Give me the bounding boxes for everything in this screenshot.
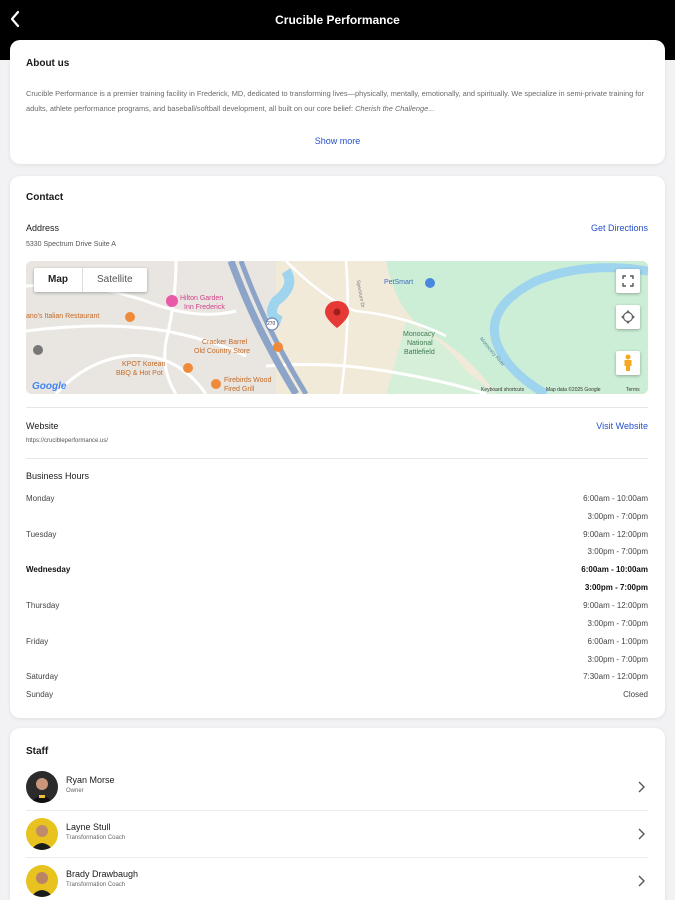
show-more-link[interactable]: Show more bbox=[10, 136, 665, 146]
hours-time: 6:00am - 1:00pm bbox=[587, 637, 648, 646]
map-place-kpot-1: KPOT Korean bbox=[122, 361, 166, 368]
map-place-kpot-2: BBQ & Hot Pot bbox=[116, 370, 163, 377]
hours-time: Closed bbox=[623, 690, 648, 699]
hours-row: Monday 6:00am - 10:00am bbox=[26, 494, 648, 506]
about-card: About us Crucible Performance is a premi… bbox=[10, 40, 665, 164]
staff-role: Transformation Coach bbox=[66, 882, 126, 888]
hours-time: 3:00pm - 7:00pm bbox=[584, 583, 648, 592]
staff-row[interactable]: Layne Stull Transformation Coach bbox=[26, 812, 648, 858]
hours-row: Saturday 7:30am - 12:00pm bbox=[26, 672, 648, 684]
get-directions-link[interactable]: Get Directions bbox=[591, 223, 648, 233]
map-data-attribution: Map data ©2025 Google bbox=[546, 387, 601, 393]
map-tab-map[interactable]: Map bbox=[34, 268, 82, 292]
hours-time: 7:30am - 12:00pm bbox=[583, 672, 648, 681]
hours-time: 6:00am - 10:00am bbox=[581, 565, 648, 574]
chevron-right-icon bbox=[638, 828, 645, 840]
about-text-italic-b: the Challenge... bbox=[382, 104, 435, 113]
hours-row: Thursday 9:00am - 12:00pm bbox=[26, 601, 648, 613]
hours-row: Friday 6:00am - 1:00pm bbox=[26, 637, 648, 649]
map-place-monocacy-3: Battlefield bbox=[404, 349, 435, 356]
staff-name: Brady Drawbaugh bbox=[66, 869, 139, 879]
hours-day: Thursday bbox=[26, 601, 60, 610]
staff-role: Transformation Coach bbox=[66, 835, 126, 841]
divider bbox=[26, 407, 648, 408]
divider bbox=[26, 458, 648, 459]
fullscreen-icon[interactable] bbox=[616, 269, 640, 293]
map-place-monocacy-1: Monocacy bbox=[403, 331, 435, 338]
hours-row: 3:00pm - 7:00pm bbox=[26, 655, 648, 667]
avatar bbox=[26, 818, 58, 850]
map-place-cracker-1: Cracker Barrel bbox=[202, 339, 248, 346]
page-title: Crucible Performance bbox=[275, 13, 400, 27]
website-label: Website bbox=[26, 421, 59, 431]
hours-time: 9:00am - 12:00pm bbox=[583, 601, 648, 610]
hours-row: Tuesday 9:00am - 12:00pm bbox=[26, 530, 648, 542]
hours-day: Wednesday bbox=[26, 565, 71, 574]
row-divider bbox=[26, 810, 648, 811]
about-text-line1: Crucible Performance is a premier traini… bbox=[26, 89, 510, 98]
hours-time: 3:00pm - 7:00pm bbox=[587, 547, 648, 556]
staff-row[interactable]: Brady Drawbaugh Transformation Coach bbox=[26, 859, 648, 900]
map-place-firebirds-2: Fired Grill bbox=[224, 386, 255, 393]
hours-time: 3:00pm - 7:00pm bbox=[587, 512, 648, 521]
google-logo-text: Google bbox=[32, 381, 67, 392]
staff-card: Staff Ryan Morse Owner Layne Stull Trans… bbox=[10, 728, 665, 900]
map-place-firebirds-1: Firebirds Wood bbox=[224, 377, 272, 384]
address-label: Address bbox=[26, 223, 60, 233]
about-text-italic-a: Cherish bbox=[355, 104, 381, 113]
staff-heading: Staff bbox=[26, 746, 49, 757]
map-place-hilton-1: Hilton Garden bbox=[180, 295, 224, 302]
hours-time: 9:00am - 12:00pm bbox=[583, 530, 648, 539]
map-place-hilton-2: Inn Frederick bbox=[184, 304, 225, 311]
hours-day: Saturday bbox=[26, 672, 59, 681]
hours-day: Monday bbox=[26, 494, 55, 503]
staff-row[interactable]: Ryan Morse Owner bbox=[26, 765, 648, 811]
map-highway-270: 270 bbox=[267, 321, 276, 327]
hours-row: 3:00pm - 7:00pm bbox=[26, 619, 648, 631]
map-place-petsmart: PetSmart bbox=[384, 279, 414, 286]
staff-name: Layne Stull bbox=[66, 822, 111, 832]
street-view-pegman-icon[interactable] bbox=[616, 351, 640, 375]
hours-time: 3:00pm - 7:00pm bbox=[587, 655, 648, 664]
hours-day: Friday bbox=[26, 637, 49, 646]
hours-row-today: 3:00pm - 7:00pm bbox=[26, 583, 648, 595]
hours-row: Sunday Closed bbox=[26, 690, 648, 702]
chevron-right-icon bbox=[638, 781, 645, 793]
map-keyboard-shortcuts[interactable]: Keyboard shortcuts bbox=[481, 387, 524, 393]
hours-time: 3:00pm - 7:00pm bbox=[587, 619, 648, 628]
hours-day: Sunday bbox=[26, 690, 54, 699]
avatar bbox=[26, 865, 58, 897]
hours-row: 3:00pm - 7:00pm bbox=[26, 512, 648, 524]
staff-role: Owner bbox=[66, 788, 84, 794]
map-place-cracker-2: Old Country Store bbox=[194, 348, 251, 355]
chevron-right-icon bbox=[638, 875, 645, 887]
hours-row: 3:00pm - 7:00pm bbox=[26, 547, 648, 559]
about-text: Crucible Performance is a premier traini… bbox=[26, 86, 650, 116]
map-pan-control-icon[interactable] bbox=[616, 305, 640, 329]
website-value: https://crucibleperformance.us/ bbox=[26, 438, 109, 444]
contact-heading: Contact bbox=[26, 192, 64, 203]
contact-card: Contact Address 5330 Spectrum Drive Suit… bbox=[10, 176, 665, 718]
google-logo: Google bbox=[32, 381, 66, 392]
staff-name: Ryan Morse bbox=[66, 775, 115, 785]
address-value: 5330 Spectrum Drive Suite A bbox=[26, 241, 116, 248]
map-place-monocacy-2: National bbox=[407, 340, 433, 347]
business-hours-heading: Business Hours bbox=[26, 471, 90, 481]
map-tab-satellite[interactable]: Satellite bbox=[82, 268, 147, 292]
hours-day: Tuesday bbox=[26, 530, 57, 539]
hours-row-today: Wednesday 6:00am - 10:00am bbox=[26, 565, 648, 577]
location-map[interactable]: Hilton Garden Inn Frederick ano's Italia… bbox=[26, 261, 648, 394]
visit-website-link[interactable]: Visit Website bbox=[596, 421, 648, 431]
map-place-italian: ano's Italian Restaurant bbox=[26, 313, 100, 320]
about-heading: About us bbox=[26, 58, 70, 69]
avatar bbox=[26, 771, 58, 803]
map-type-toggle: Map Satellite bbox=[34, 268, 147, 292]
hours-time: 6:00am - 10:00am bbox=[583, 494, 648, 503]
map-terms-link[interactable]: Terms bbox=[626, 387, 640, 393]
row-divider bbox=[26, 857, 648, 858]
